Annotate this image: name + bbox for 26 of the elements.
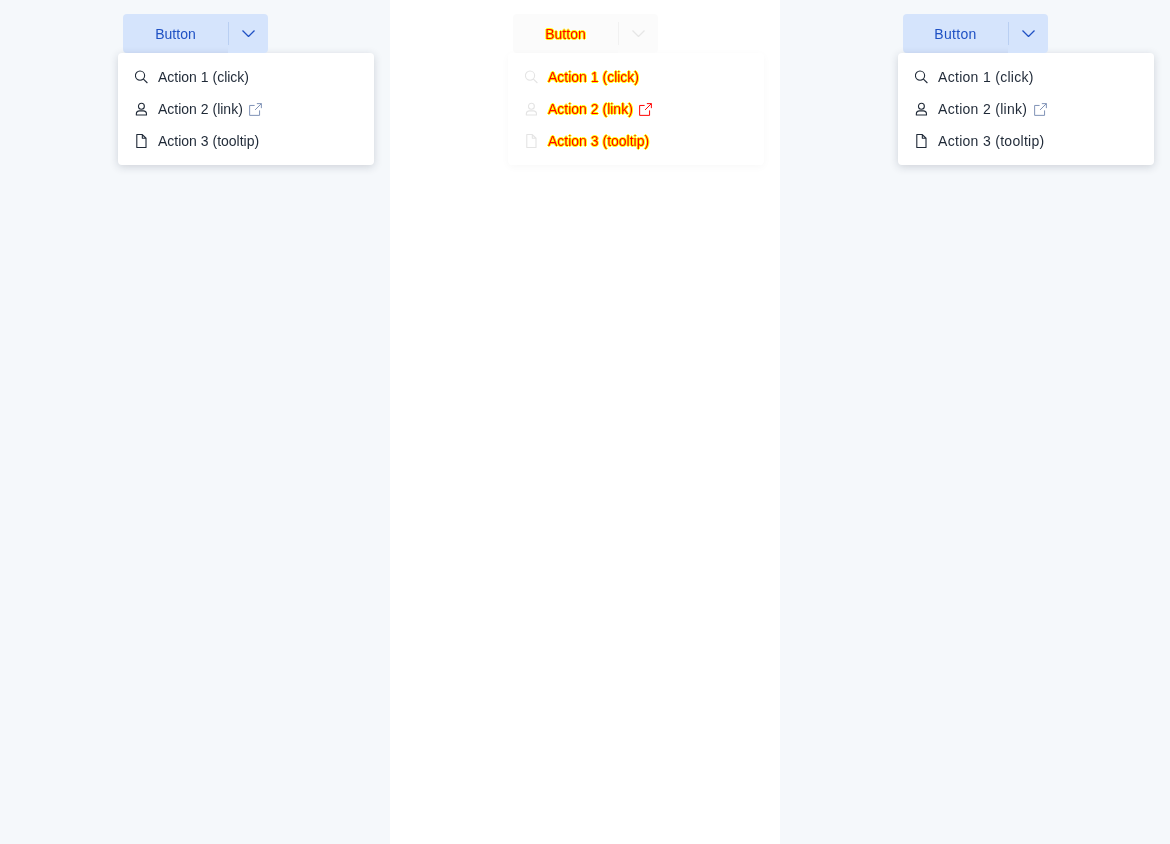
- dropdown-button[interactable]: Button: [123, 14, 228, 53]
- document-icon: [135, 134, 148, 148]
- person-icon: [915, 102, 928, 116]
- person-icon: [525, 102, 538, 116]
- caret-button[interactable]: [618, 14, 658, 53]
- menu-item[interactable]: Action 2 (link): [898, 93, 1154, 125]
- menu-item[interactable]: Action 2 (link): [118, 93, 374, 125]
- caret-button[interactable]: [1008, 14, 1048, 53]
- menu-item[interactable]: Action 3 (tooltip): [508, 125, 764, 157]
- caret-button[interactable]: [228, 14, 268, 53]
- document-icon: [525, 134, 538, 148]
- person-icon: [135, 102, 148, 116]
- search-icon: [135, 70, 148, 84]
- menu-item[interactable]: Action 3 (tooltip): [898, 125, 1154, 157]
- menu-item[interactable]: Action 1 (click): [898, 61, 1154, 93]
- menu-item[interactable]: Action 2 (link): [508, 93, 764, 125]
- search-icon: [525, 70, 538, 84]
- caret-icon: [1021, 30, 1035, 37]
- dropdown-button[interactable]: Button: [513, 14, 618, 53]
- menu-item[interactable]: Action 1 (click): [118, 61, 374, 93]
- document-icon: [915, 134, 928, 148]
- caret-icon: [241, 30, 255, 37]
- dropdown-button[interactable]: Button: [903, 14, 1008, 53]
- menu-item[interactable]: Action 3 (tooltip): [118, 125, 374, 157]
- search-icon: [915, 70, 928, 84]
- menu-item[interactable]: Action 1 (click): [508, 61, 764, 93]
